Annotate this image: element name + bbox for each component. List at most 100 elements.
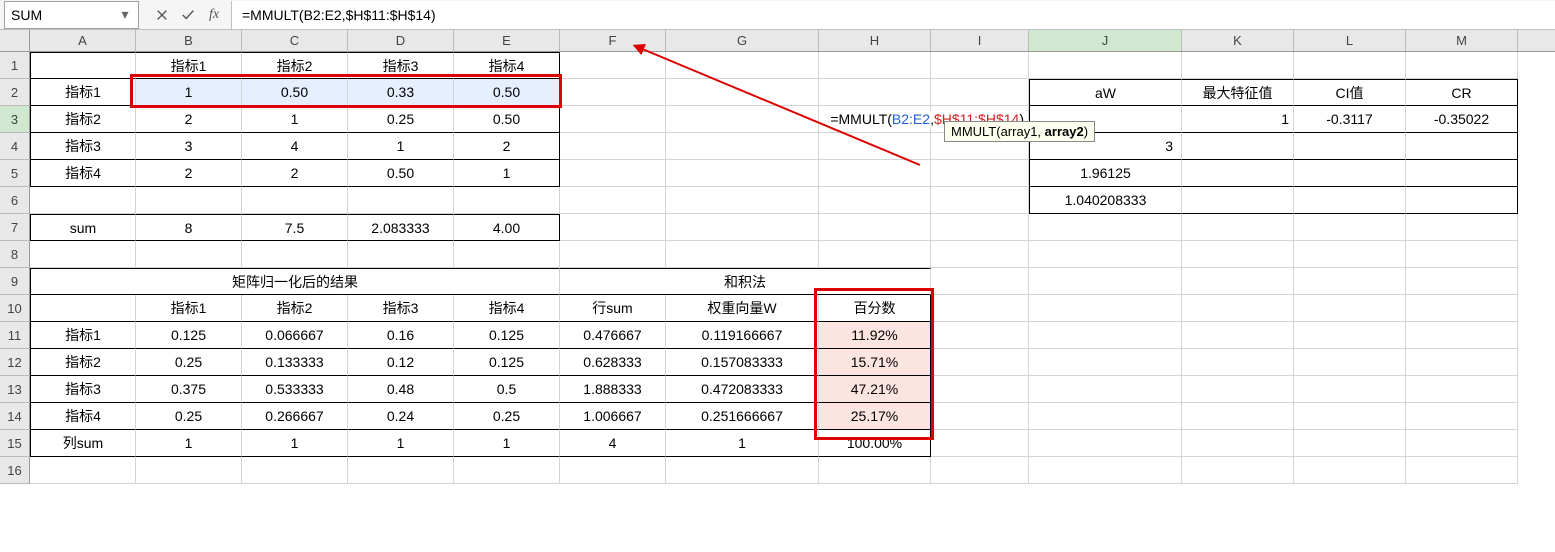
cell-H16[interactable] — [819, 457, 931, 484]
cell-E11[interactable]: 0.125 — [454, 322, 560, 349]
cell-G8[interactable] — [666, 241, 819, 268]
cell-K1[interactable] — [1182, 52, 1294, 79]
cell-G2[interactable] — [666, 79, 819, 106]
cell-G4[interactable] — [666, 133, 819, 160]
cell-H1[interactable] — [819, 52, 931, 79]
cell-D14[interactable]: 0.24 — [348, 403, 454, 430]
cell-L10[interactable] — [1294, 295, 1406, 322]
cell-M13[interactable] — [1406, 376, 1518, 403]
cell-C7[interactable]: 7.5 — [242, 214, 348, 241]
cell-A9-E9-merged[interactable]: 矩阵归一化后的结果 — [30, 268, 560, 295]
cell-L1[interactable] — [1294, 52, 1406, 79]
cell-L15[interactable] — [1294, 430, 1406, 457]
cell-D10[interactable]: 指标3 — [348, 295, 454, 322]
cell-G1[interactable] — [666, 52, 819, 79]
cell-K16[interactable] — [1182, 457, 1294, 484]
cell-J1[interactable] — [1029, 52, 1182, 79]
cell-I16[interactable] — [931, 457, 1029, 484]
cell-M3[interactable]: -0.35022 — [1406, 106, 1518, 133]
cell-A3[interactable]: 指标2 — [30, 106, 136, 133]
cell-L11[interactable] — [1294, 322, 1406, 349]
cell-A2[interactable]: 指标1 — [30, 79, 136, 106]
cell-B10[interactable]: 指标1 — [136, 295, 242, 322]
col-header-J[interactable]: J — [1029, 30, 1182, 51]
cell-L12[interactable] — [1294, 349, 1406, 376]
cell-I8[interactable] — [931, 241, 1029, 268]
cell-B12[interactable]: 0.25 — [136, 349, 242, 376]
cell-M6[interactable] — [1406, 187, 1518, 214]
cell-G7[interactable] — [666, 214, 819, 241]
cell-K2[interactable]: 最大特征值 — [1182, 79, 1294, 106]
cell-I13[interactable] — [931, 376, 1029, 403]
row-header-13[interactable]: 13 — [0, 376, 30, 403]
cell-I1[interactable] — [931, 52, 1029, 79]
cell-L7[interactable] — [1294, 214, 1406, 241]
cell-K13[interactable] — [1182, 376, 1294, 403]
cell-C12[interactable]: 0.133333 — [242, 349, 348, 376]
cell-H2[interactable] — [819, 79, 931, 106]
col-header-H[interactable]: H — [819, 30, 931, 51]
cell-J14[interactable] — [1029, 403, 1182, 430]
cell-A11[interactable]: 指标1 — [30, 322, 136, 349]
col-header-C[interactable]: C — [242, 30, 348, 51]
cell-H8[interactable] — [819, 241, 931, 268]
cell-L2[interactable]: CI值 — [1294, 79, 1406, 106]
cell-D8[interactable] — [348, 241, 454, 268]
row-header-5[interactable]: 5 — [0, 160, 30, 187]
col-header-B[interactable]: B — [136, 30, 242, 51]
cell-K3[interactable]: 1 — [1182, 106, 1294, 133]
cell-J5[interactable]: 1.96125 — [1029, 160, 1182, 187]
cell-I14[interactable] — [931, 403, 1029, 430]
cell-B4[interactable]: 3 — [136, 133, 242, 160]
cell-G16[interactable] — [666, 457, 819, 484]
cell-B6[interactable] — [136, 187, 242, 214]
cell-D11[interactable]: 0.16 — [348, 322, 454, 349]
cell-A10[interactable] — [30, 295, 136, 322]
cell-B15[interactable]: 1 — [136, 430, 242, 457]
cell-D2[interactable]: 0.33 — [348, 79, 454, 106]
row-header-7[interactable]: 7 — [0, 214, 30, 241]
cell-L6[interactable] — [1294, 187, 1406, 214]
cell-B7[interactable]: 8 — [136, 214, 242, 241]
cell-M11[interactable] — [1406, 322, 1518, 349]
cell-M9[interactable] — [1406, 268, 1518, 295]
cell-F2[interactable] — [560, 79, 666, 106]
cell-F14[interactable]: 1.006667 — [560, 403, 666, 430]
cell-E10[interactable]: 指标4 — [454, 295, 560, 322]
cell-E3[interactable]: 0.50 — [454, 106, 560, 133]
cell-I5[interactable] — [931, 160, 1029, 187]
cell-C8[interactable] — [242, 241, 348, 268]
cell-A16[interactable] — [30, 457, 136, 484]
cell-G5[interactable] — [666, 160, 819, 187]
cell-M16[interactable] — [1406, 457, 1518, 484]
cell-A15[interactable]: 列sum — [30, 430, 136, 457]
cell-C16[interactable] — [242, 457, 348, 484]
cell-C10[interactable]: 指标2 — [242, 295, 348, 322]
cell-I2[interactable] — [931, 79, 1029, 106]
cell-D7[interactable]: 2.083333 — [348, 214, 454, 241]
cell-C14[interactable]: 0.266667 — [242, 403, 348, 430]
cell-C3[interactable]: 1 — [242, 106, 348, 133]
cell-A6[interactable] — [30, 187, 136, 214]
cell-L8[interactable] — [1294, 241, 1406, 268]
cell-A12[interactable]: 指标2 — [30, 349, 136, 376]
row-header-9[interactable]: 9 — [0, 268, 30, 295]
cell-A13[interactable]: 指标3 — [30, 376, 136, 403]
cell-M5[interactable] — [1406, 160, 1518, 187]
cell-B13[interactable]: 0.375 — [136, 376, 242, 403]
cell-H13[interactable]: 47.21% — [819, 376, 931, 403]
cell-A7[interactable]: sum — [30, 214, 136, 241]
cell-B5[interactable]: 2 — [136, 160, 242, 187]
row-header-3[interactable]: 3 — [0, 106, 30, 133]
chevron-down-icon[interactable]: ▾ — [118, 6, 132, 23]
cell-D5[interactable]: 0.50 — [348, 160, 454, 187]
cell-J11[interactable] — [1029, 322, 1182, 349]
col-header-M[interactable]: M — [1406, 30, 1518, 51]
col-header-D[interactable]: D — [348, 30, 454, 51]
cell-E7[interactable]: 4.00 — [454, 214, 560, 241]
cell-G15[interactable]: 1 — [666, 430, 819, 457]
cell-C11[interactable]: 0.066667 — [242, 322, 348, 349]
cell-K6[interactable] — [1182, 187, 1294, 214]
cell-G3[interactable] — [666, 106, 819, 133]
spreadsheet-grid[interactable]: A B C D E F G H I J K L M 1 指标1 指标2 指标3 … — [0, 30, 1555, 484]
